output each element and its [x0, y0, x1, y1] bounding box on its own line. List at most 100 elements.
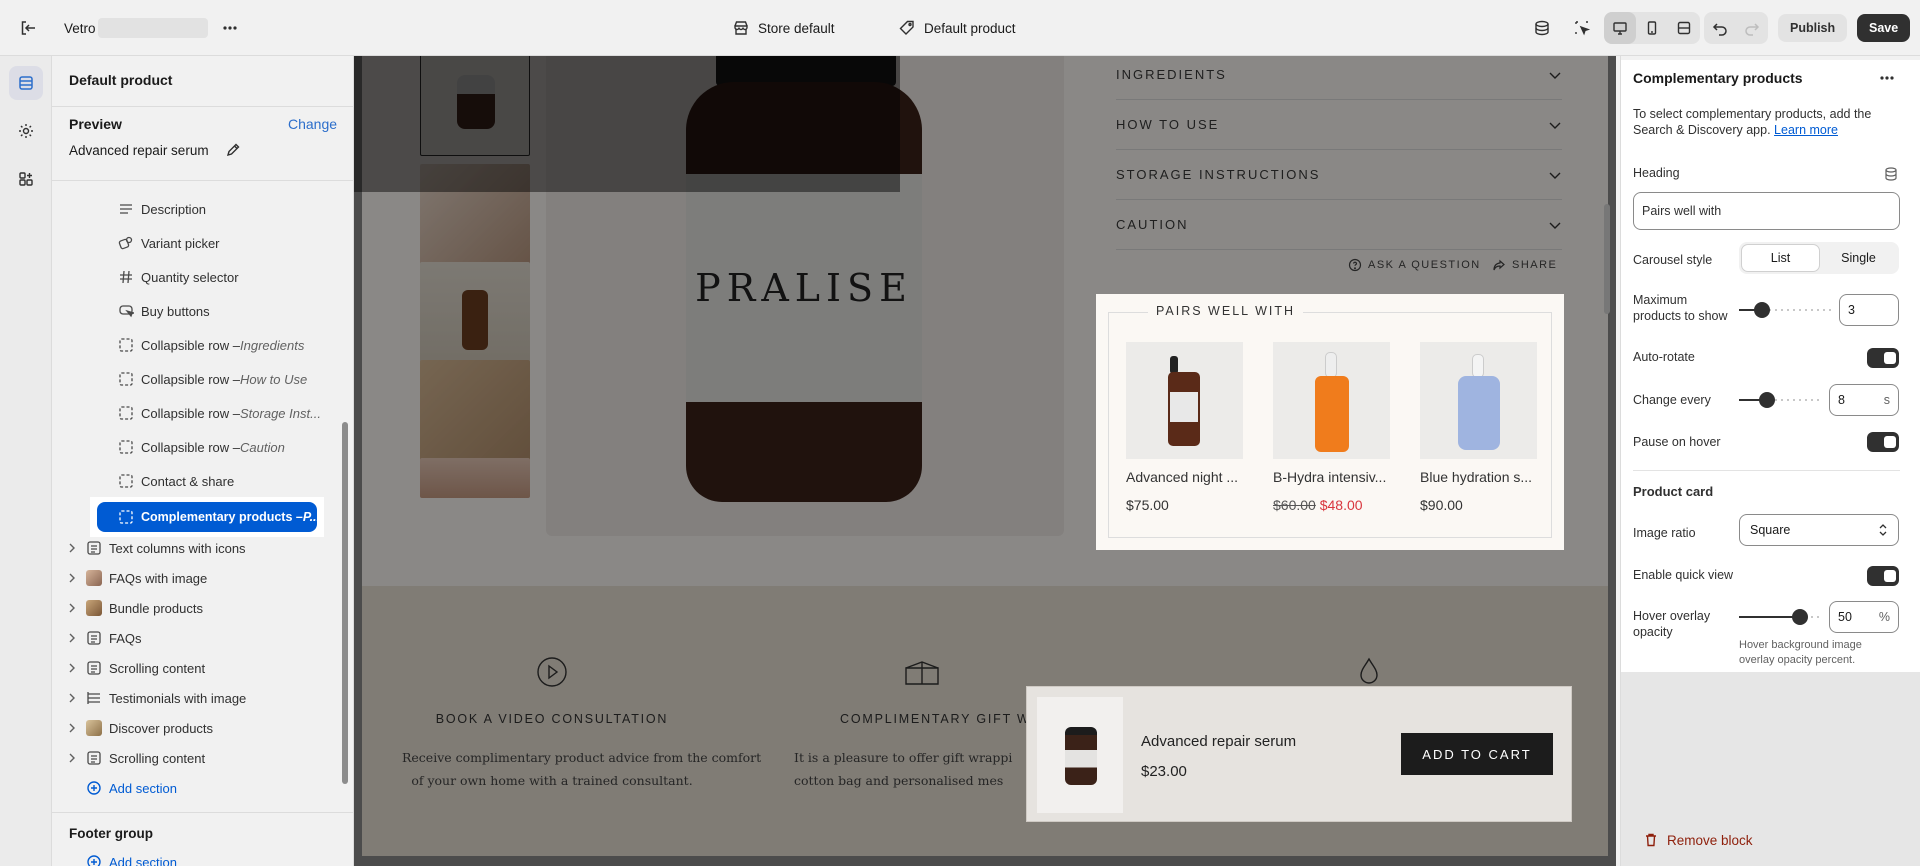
sticky-add-to-cart: Advanced repair serum $23.00 ADD TO CART	[1026, 686, 1572, 822]
section-discover-products[interactable]: Discover products	[66, 713, 213, 743]
main-product-image[interactable]: PRALISE	[546, 56, 1064, 536]
product-price: $75.00	[1126, 497, 1169, 513]
image-ratio-select[interactable]: Square	[1739, 514, 1899, 546]
ask-question-link[interactable]: ASK A QUESTION	[1348, 258, 1481, 272]
hover-opacity-input[interactable]: 50%	[1829, 601, 1899, 633]
max-products-slider[interactable]	[1739, 300, 1831, 320]
redo-button[interactable]	[1736, 12, 1768, 44]
block-description[interactable]: Description	[118, 194, 206, 224]
change-every-slider[interactable]	[1739, 390, 1821, 410]
add-section-button[interactable]: Add section	[86, 773, 177, 803]
product-card[interactable]: Advanced night ... $75.00	[1126, 342, 1243, 513]
thumbnail-1[interactable]	[420, 56, 530, 156]
theme-selector[interactable]: Store default	[732, 0, 835, 56]
desktop-view-button[interactable]	[1604, 12, 1636, 44]
product-card[interactable]: Blue hydration s... $90.00	[1420, 342, 1537, 513]
slider-handle[interactable]	[1759, 392, 1775, 408]
section-text-columns[interactable]: Text columns with icons	[66, 533, 246, 563]
pause-hover-toggle[interactable]	[1867, 432, 1899, 452]
footer-add-section-button[interactable]: Add section	[86, 847, 177, 866]
icon-rail	[0, 56, 52, 866]
accordion-storage[interactable]: STORAGE INSTRUCTIONS	[1116, 150, 1562, 200]
testimonial-icon	[87, 692, 100, 704]
preview-scrollbar[interactable]	[1604, 204, 1610, 314]
quick-view-toggle[interactable]	[1867, 566, 1899, 586]
edit-preview-button[interactable]	[225, 142, 241, 158]
section-faqs[interactable]: FAQs	[66, 623, 142, 653]
auto-rotate-label: Auto-rotate	[1633, 350, 1695, 364]
add-section-label: Add section	[109, 780, 177, 796]
auto-rotate-toggle[interactable]	[1867, 348, 1899, 368]
carousel-option-list[interactable]: List	[1741, 244, 1820, 272]
ai-button[interactable]	[1526, 0, 1558, 56]
exit-button[interactable]	[12, 0, 44, 56]
jar-label: PRALISE	[686, 174, 922, 402]
heading-input[interactable]	[1633, 192, 1900, 230]
accordion-ingredients[interactable]: INGREDIENTS	[1116, 56, 1562, 100]
section-testimonials[interactable]: Testimonials with image	[66, 683, 246, 713]
hover-opacity-slider[interactable]	[1739, 607, 1821, 627]
more-menu-button[interactable]	[214, 0, 246, 56]
panel-scrollbar[interactable]	[342, 422, 348, 784]
add-to-cart-button[interactable]: ADD TO CART	[1401, 733, 1553, 775]
remove-block-button[interactable]: Remove block	[1643, 832, 1753, 848]
slider-handle[interactable]	[1754, 302, 1770, 318]
drop-icon	[1360, 657, 1378, 684]
block-collapsible-how-to-use[interactable]: Collapsible row – How to Use	[118, 364, 307, 394]
section-label: FAQs with image	[109, 570, 208, 586]
complementary-products-block[interactable]: PAIRS WELL WITH Advanced night ... $75.0…	[1096, 294, 1564, 550]
carousel-style-segmented: List Single	[1739, 242, 1899, 274]
sticky-product-name: Advanced repair serum	[1141, 733, 1297, 750]
block-collapsible-ingredients[interactable]: Collapsible row – Ingredients	[118, 330, 304, 360]
apps-icon	[19, 172, 33, 186]
inspector-button[interactable]	[1566, 0, 1598, 56]
carousel-option-single[interactable]: Single	[1820, 244, 1897, 272]
template-selector-label: Default product	[924, 20, 1016, 36]
section-label: Bundle products	[109, 600, 203, 616]
jar-thumb-image	[457, 75, 495, 129]
learn-more-link[interactable]: Learn more	[1774, 123, 1838, 137]
section-scrolling-content-2[interactable]: Scrolling content	[66, 743, 205, 773]
max-products-input[interactable]: 3	[1839, 294, 1899, 326]
section-bundle-products[interactable]: Bundle products	[66, 593, 203, 623]
theme-settings-nav-button[interactable]	[9, 114, 43, 148]
change-preview-link[interactable]: Change	[288, 116, 337, 132]
slider-handle[interactable]	[1792, 609, 1808, 625]
block-contact-share[interactable]: Contact & share	[118, 466, 234, 496]
thumbnail-5[interactable]	[420, 458, 530, 498]
accordion-how-to-use[interactable]: HOW TO USE	[1116, 100, 1562, 150]
mobile-view-button[interactable]	[1636, 12, 1668, 44]
save-button[interactable]: Save	[1857, 0, 1911, 56]
sections-nav-button[interactable]	[9, 66, 43, 100]
block-quantity-selector[interactable]: Quantity selector	[118, 262, 239, 292]
settings-card: Complementary products To select complem…	[1621, 60, 1920, 672]
share-link[interactable]: SHARE	[1492, 258, 1557, 272]
block-settings-panel: Complementary products To select complem…	[1620, 56, 1920, 866]
thumbnail-2[interactable]	[420, 164, 530, 274]
block-variant-picker[interactable]: Variant picker	[118, 228, 220, 258]
accordion-caution[interactable]: CAUTION	[1116, 200, 1562, 250]
undo-button[interactable]	[1704, 12, 1736, 44]
hover-opacity-value: 50	[1838, 610, 1852, 624]
fullscreen-view-button[interactable]	[1668, 12, 1700, 44]
dynamic-source-icon[interactable]	[1883, 166, 1899, 182]
thumbnail-3[interactable]	[420, 262, 530, 372]
product-card[interactable]: B-Hydra intensiv... $60.00 $48.00	[1273, 342, 1390, 513]
change-every-input[interactable]: 8s	[1829, 384, 1899, 416]
settings-more-button[interactable]	[1877, 68, 1897, 88]
template-selector[interactable]: Default product	[898, 0, 1016, 56]
section-scrolling-content[interactable]: Scrolling content	[66, 653, 205, 683]
thumbnail-4[interactable]	[420, 360, 530, 470]
chevron-right-icon	[69, 633, 75, 643]
divider	[52, 180, 353, 181]
block-collapsible-caution[interactable]: Collapsible row – Caution	[118, 432, 285, 462]
publish-button[interactable]: Publish	[1778, 0, 1848, 56]
block-collapsible-storage[interactable]: Collapsible row – Storage Inst...	[118, 398, 321, 428]
block-complementary-products[interactable]: Complementary products – P...	[97, 502, 317, 532]
hover-opacity-label: Hover overlay opacity	[1633, 609, 1711, 639]
save-label: Save	[1857, 14, 1911, 42]
block-buy-buttons[interactable]: Buy buttons	[118, 296, 210, 326]
apps-nav-button[interactable]	[9, 162, 43, 196]
collapsible-row-icon	[119, 510, 133, 524]
section-faqs-with-image[interactable]: FAQs with image	[66, 563, 207, 593]
